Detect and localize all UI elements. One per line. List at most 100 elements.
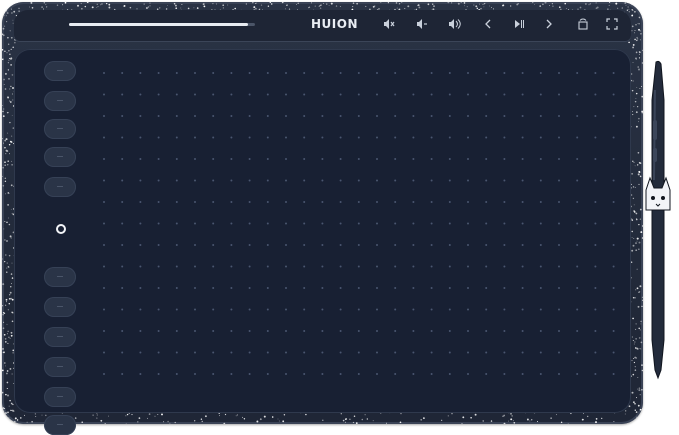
speckle xyxy=(636,268,638,270)
grid-dot xyxy=(612,330,615,332)
grid-dot xyxy=(339,308,342,311)
grid-dot xyxy=(485,373,488,375)
speckle xyxy=(3,414,6,417)
speckle xyxy=(613,421,615,422)
speckle xyxy=(16,419,19,421)
grid-dot xyxy=(321,136,324,139)
grid-dot xyxy=(394,287,397,289)
speckle xyxy=(123,4,126,7)
grid-dot xyxy=(394,265,397,268)
grid-dot xyxy=(248,265,251,268)
speckle xyxy=(311,2,313,4)
grid-dot xyxy=(412,330,415,332)
speckle xyxy=(470,416,472,419)
speckle xyxy=(3,14,5,16)
speckle xyxy=(636,416,638,418)
speckle xyxy=(4,365,6,367)
speckle xyxy=(635,111,638,114)
speckle xyxy=(12,46,15,49)
speckle xyxy=(8,254,11,257)
grid-dot xyxy=(194,115,196,117)
grid-dot xyxy=(157,373,160,375)
mute-icon[interactable] xyxy=(381,16,397,32)
express-key[interactable] xyxy=(44,91,76,111)
speckle xyxy=(7,417,10,420)
grid-dot xyxy=(430,244,433,246)
grid-dot xyxy=(285,136,287,139)
speckle xyxy=(631,336,633,338)
speckle xyxy=(638,2,641,4)
speckle xyxy=(624,413,626,415)
speckle xyxy=(560,421,563,424)
express-key[interactable] xyxy=(44,297,76,317)
grid-dot xyxy=(594,265,597,268)
grid-dot xyxy=(139,72,142,74)
speckle xyxy=(10,273,12,275)
express-key[interactable] xyxy=(44,357,76,377)
speckle xyxy=(636,39,638,42)
grid-dot xyxy=(448,265,451,268)
speckle xyxy=(5,393,7,396)
touch-slider[interactable] xyxy=(69,23,255,26)
speckle xyxy=(631,111,634,113)
grid-dot xyxy=(194,72,196,74)
grid-dot xyxy=(576,287,579,289)
express-key[interactable] xyxy=(44,267,76,287)
speckle xyxy=(2,167,4,169)
previous-icon[interactable] xyxy=(480,16,496,32)
speckle xyxy=(9,101,12,103)
grid-dot xyxy=(321,179,324,182)
speckle xyxy=(330,2,333,5)
grid-dot xyxy=(175,179,178,182)
speckle xyxy=(482,420,484,422)
speckle xyxy=(635,5,638,8)
speckle xyxy=(7,411,9,414)
speckle xyxy=(4,220,6,223)
speckle xyxy=(549,5,551,6)
play-pause-icon[interactable] xyxy=(511,16,527,32)
speckle xyxy=(585,3,587,5)
grid-dot xyxy=(485,351,488,354)
rotate-icon[interactable] xyxy=(575,16,591,32)
speckle xyxy=(10,85,12,88)
express-key[interactable] xyxy=(44,61,76,81)
speckle xyxy=(8,50,10,52)
express-key[interactable] xyxy=(44,327,76,347)
next-icon[interactable] xyxy=(541,16,557,32)
express-key-mark xyxy=(57,366,63,367)
speckle xyxy=(245,3,247,5)
speckle xyxy=(100,419,103,422)
grid-dot xyxy=(321,222,324,225)
grid-dot xyxy=(357,158,360,160)
speckle xyxy=(18,7,20,9)
grid-dot xyxy=(339,72,342,74)
grid-dot xyxy=(212,222,215,225)
grid-dot xyxy=(412,179,415,182)
speckle xyxy=(380,2,382,3)
grid-dot xyxy=(230,265,233,268)
fullscreen-icon[interactable] xyxy=(604,16,620,32)
grid-dot xyxy=(212,265,215,268)
grid-dot xyxy=(339,373,342,375)
volume-up-icon[interactable] xyxy=(446,16,462,32)
express-key[interactable] xyxy=(44,119,76,139)
speckle xyxy=(637,164,639,166)
express-key[interactable] xyxy=(44,415,76,435)
express-key[interactable] xyxy=(44,147,76,167)
express-key[interactable] xyxy=(44,387,76,407)
speckle xyxy=(35,416,37,417)
speckle xyxy=(587,415,589,418)
touch-slider-fill xyxy=(69,23,248,26)
speckle xyxy=(608,2,611,3)
speckle xyxy=(635,24,637,26)
grid-dot xyxy=(194,308,196,311)
grid-dot xyxy=(394,351,397,354)
express-key[interactable] xyxy=(44,177,76,197)
speckle xyxy=(26,421,28,423)
grid-dot xyxy=(194,222,196,225)
speckle xyxy=(2,283,5,286)
grid-dot xyxy=(448,330,451,332)
volume-down-icon[interactable] xyxy=(414,16,430,32)
speckle xyxy=(639,394,641,396)
active-drawing-area[interactable] xyxy=(14,49,631,435)
